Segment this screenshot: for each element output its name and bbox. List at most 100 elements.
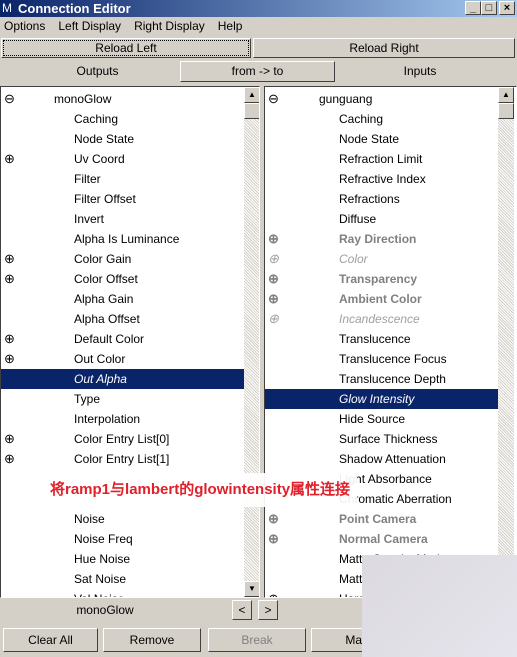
expand-icon[interactable]: ⊕: [4, 269, 15, 289]
expand-icon[interactable]: ⊕: [4, 329, 15, 349]
menu-options[interactable]: Options: [4, 19, 45, 33]
attribute-label: Sat Noise: [74, 572, 127, 586]
expand-icon[interactable]: ⊕: [4, 449, 15, 469]
expand-icon[interactable]: ⊕: [268, 309, 279, 329]
expand-icon[interactable]: ⊕: [4, 149, 15, 169]
menu-right-display[interactable]: Right Display: [134, 19, 205, 33]
previous-node-button[interactable]: <: [232, 600, 252, 620]
attribute-row[interactable]: Caching: [265, 109, 498, 129]
attribute-label: Translucence Focus: [339, 352, 447, 366]
attribute-row[interactable]: ⊕ Uv Coord: [1, 149, 244, 169]
scroll-thumb[interactable]: [498, 103, 514, 119]
expand-icon[interactable]: ⊕: [268, 589, 279, 597]
attribute-row[interactable]: ⊕ Normal Camera: [265, 529, 498, 549]
attribute-label: Color Offset: [74, 272, 138, 286]
attribute-row[interactable]: Out Alpha: [1, 369, 244, 389]
attribute-row[interactable]: Hide Source: [265, 409, 498, 429]
expand-icon[interactable]: ⊕: [4, 249, 15, 269]
attribute-row[interactable]: ⊕ Incandescence: [265, 309, 498, 329]
next-node-button[interactable]: >: [258, 600, 278, 620]
expand-icon[interactable]: ⊕: [268, 229, 279, 249]
attribute-row[interactable]: Interpolation: [1, 409, 244, 429]
direction-button[interactable]: from -> to: [180, 61, 335, 82]
attribute-row[interactable]: Translucence: [265, 329, 498, 349]
attribute-row[interactable]: Filter: [1, 169, 244, 189]
expand-icon[interactable]: ⊕: [268, 509, 279, 529]
attribute-label: Translucence: [339, 332, 411, 346]
attribute-row[interactable]: Sat Noise: [1, 569, 244, 589]
expand-icon[interactable]: ⊕: [268, 249, 279, 269]
attribute-row[interactable]: ⊕ Ray Direction: [265, 229, 498, 249]
attribute-row[interactable]: ⊕ Point Camera: [265, 509, 498, 529]
reload-left-button[interactable]: Reload Left: [1, 38, 251, 58]
attribute-label: Ambient Color: [339, 292, 422, 306]
scroll-thumb[interactable]: [244, 103, 259, 119]
attribute-row[interactable]: Alpha Gain: [1, 289, 244, 309]
attribute-row[interactable]: ⊕ Default Color: [1, 329, 244, 349]
attribute-row[interactable]: ⊕ Color Offset: [1, 269, 244, 289]
reload-right-button[interactable]: Reload Right: [253, 38, 515, 58]
scroll-up-arrow-icon[interactable]: ▲: [498, 87, 514, 103]
expand-icon[interactable]: ⊕: [4, 429, 15, 449]
attribute-row[interactable]: ⊕ Color Entry List[0]: [1, 429, 244, 449]
attribute-row[interactable]: Filter Offset: [1, 189, 244, 209]
attribute-row[interactable]: Alpha Offset: [1, 309, 244, 329]
right-scrollbar[interactable]: ▲: [498, 87, 514, 597]
attribute-label: Surface Thickness: [339, 432, 438, 446]
attribute-row[interactable]: ⊕ Color Entry List[1]: [1, 449, 244, 469]
attribute-row[interactable]: Diffuse: [265, 209, 498, 229]
clear-all-button[interactable]: Clear All: [3, 628, 98, 652]
maximize-button[interactable]: □: [481, 1, 497, 15]
attribute-row[interactable]: Node State: [265, 129, 498, 149]
attribute-row[interactable]: Shadow Attenuation: [265, 449, 498, 469]
attribute-row[interactable]: Hue Noise: [1, 549, 244, 569]
attribute-label: Color Entry List[1]: [74, 452, 170, 466]
attribute-label: Invert: [74, 212, 105, 226]
left-scrollbar[interactable]: ▲ ▼: [244, 87, 259, 597]
attribute-row[interactable]: Translucence Depth: [265, 369, 498, 389]
scroll-down-arrow-icon[interactable]: ▼: [244, 581, 259, 597]
attribute-row[interactable]: Val Noise: [1, 589, 244, 597]
attribute-row[interactable]: ⊕ Color: [265, 249, 498, 269]
expand-icon[interactable]: ⊕: [268, 529, 279, 549]
attribute-label: Color Gain: [74, 252, 132, 266]
attribute-row[interactable]: Noise: [1, 509, 244, 529]
node-name: monoGlow: [54, 92, 112, 106]
inputs-list[interactable]: ⊖ gunguang Caching Node State Refraction Lim…: [264, 86, 517, 598]
attribute-row[interactable]: Caching: [1, 109, 244, 129]
menu-help[interactable]: Help: [218, 19, 243, 33]
attribute-label: Alpha Is Luminance: [74, 232, 180, 246]
minimize-button[interactable]: _: [465, 1, 481, 15]
attribute-row[interactable]: Translucence Focus: [265, 349, 498, 369]
attribute-row[interactable]: Surface Thickness: [265, 429, 498, 449]
outputs-list[interactable]: ⊖ monoGlow Caching Node State ⊕ Uv Coord Filte…: [0, 86, 260, 598]
scroll-up-arrow-icon[interactable]: ▲: [244, 87, 259, 103]
attribute-row[interactable]: Type: [1, 389, 244, 409]
attribute-label: Incandescence: [339, 312, 420, 326]
attribute-row[interactable]: ⊕ Out Color: [1, 349, 244, 369]
expand-icon[interactable]: ⊕: [268, 269, 279, 289]
attribute-row[interactable]: Glow Intensity: [265, 389, 498, 409]
attribute-row[interactable]: Refraction Limit: [265, 149, 498, 169]
attribute-row[interactable]: Refractions: [265, 189, 498, 209]
attribute-row[interactable]: ⊕ Transparency: [265, 269, 498, 289]
attribute-label: Uv Coord: [74, 152, 125, 166]
attribute-row[interactable]: Node State: [1, 129, 244, 149]
expand-icon[interactable]: ⊕: [268, 289, 279, 309]
collapse-icon[interactable]: ⊖: [4, 89, 15, 109]
collapse-icon[interactable]: ⊖: [268, 89, 279, 109]
remove-button[interactable]: Remove: [103, 628, 201, 652]
close-button[interactable]: ×: [499, 1, 515, 15]
menu-left-display[interactable]: Left Display: [58, 19, 121, 33]
attribute-row[interactable]: Noise Freq: [1, 529, 244, 549]
node-header[interactable]: ⊖ monoGlow: [1, 89, 244, 109]
expand-icon[interactable]: ⊕: [4, 349, 15, 369]
node-header[interactable]: ⊖ gunguang: [265, 89, 498, 109]
break-button[interactable]: Break: [208, 628, 306, 652]
attribute-label: Transparency: [339, 272, 418, 286]
attribute-row[interactable]: Refractive Index: [265, 169, 498, 189]
attribute-row[interactable]: ⊕ Color Gain: [1, 249, 244, 269]
attribute-row[interactable]: Invert: [1, 209, 244, 229]
attribute-row[interactable]: Alpha Is Luminance: [1, 229, 244, 249]
attribute-row[interactable]: ⊕ Ambient Color: [265, 289, 498, 309]
